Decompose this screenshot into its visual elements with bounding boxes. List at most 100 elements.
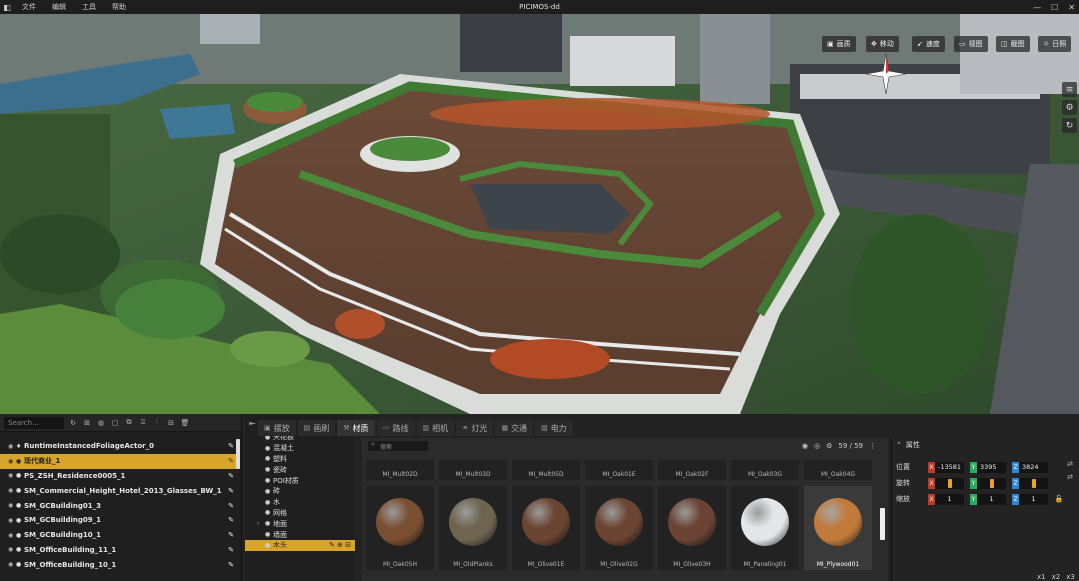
asset-tile[interactable]: MI_Paneling01 (731, 486, 799, 570)
asset-tile[interactable]: MI_Olive01E (512, 486, 580, 570)
refresh-icon[interactable]: ↻ (68, 418, 78, 428)
edit-icon[interactable]: ✎ (226, 442, 236, 450)
asset-tile[interactable]: MI_Mult03D (439, 460, 507, 480)
eye-icon[interactable]: ◉ (802, 442, 808, 450)
category-item[interactable]: ● 塑料 (245, 454, 355, 465)
settings-icon[interactable]: ⚙ (1062, 100, 1077, 115)
zoom-x1-button[interactable]: x1 (1037, 573, 1046, 581)
category-item[interactable]: ● 瓷砖 (245, 464, 355, 475)
outliner-scrollbar[interactable] (236, 439, 240, 469)
quality-button[interactable]: ▣ 画质 (822, 36, 856, 52)
visibility-icon[interactable]: ◉ (8, 517, 16, 524)
chevron-right-icon[interactable]: › (257, 520, 259, 527)
edit-icon[interactable]: ✎ (226, 502, 236, 510)
minimize-icon[interactable]: — (1033, 3, 1041, 12)
edit-icon[interactable]: ✎ (226, 457, 236, 465)
asset-tile-selected[interactable]: MI_Plywood01 (804, 486, 872, 570)
menu-help[interactable]: 帮助 (104, 2, 134, 12)
edit-icon[interactable]: ✎ (226, 472, 236, 480)
asset-tile[interactable]: MI_Olive02G (585, 486, 653, 570)
category-item[interactable]: ● 砖 (245, 486, 355, 497)
refresh-icon[interactable]: ↻ (1062, 118, 1077, 133)
delete-icon[interactable]: 🗑 (180, 418, 190, 428)
asset-tile[interactable]: MI_Mult05D (512, 460, 580, 480)
edit-icon[interactable]: ✎ (226, 516, 236, 524)
edit-icon[interactable]: ✎ ⊕ ⊟ (329, 541, 355, 549)
position-y-field[interactable]: Y 3395 (970, 461, 1006, 473)
more-icon[interactable]: ⋮ (869, 442, 876, 450)
zoom-x2-button[interactable]: x2 (1052, 573, 1061, 581)
align-icon[interactable]: ⫶ (152, 418, 162, 428)
grid-icon[interactable]: ⊞ (82, 418, 92, 428)
rotation-z-field[interactable]: Z (1012, 477, 1048, 489)
sunlight-button[interactable]: ☼ 日照 (1038, 36, 1072, 52)
visibility-icon[interactable]: ◉ (8, 502, 16, 509)
collapse-icon[interactable]: ⌃ (896, 441, 902, 449)
edit-icon[interactable]: ✎ (226, 561, 236, 569)
outliner-search-input[interactable]: Search... (4, 416, 64, 429)
asset-tile[interactable]: MI_Mult02D (366, 460, 434, 480)
asset-tile[interactable]: MI_Oak05H (366, 486, 434, 570)
menu-file[interactable]: 文件 (14, 2, 44, 12)
pin-icon[interactable]: ⍗ (138, 418, 148, 428)
edit-icon[interactable]: ✎ (226, 487, 236, 495)
list-item[interactable]: ◉ ● SM_GCBuilding01_3 ✎ (0, 498, 236, 513)
rotation-y-slider[interactable] (989, 478, 994, 488)
category-item[interactable]: ● POI材质 (245, 475, 355, 486)
maximize-icon[interactable]: ☐ (1051, 3, 1058, 12)
screenshot-button[interactable]: ◫ 截图 (996, 36, 1030, 52)
tab-material[interactable]: ⚒ 材质 (337, 420, 375, 436)
speed-button[interactable]: ➹ 速度 (912, 36, 945, 52)
zoom-x3-button[interactable]: x3 (1066, 573, 1075, 581)
position-z-field[interactable]: Z 3824 (1012, 461, 1048, 473)
rotation-x-field[interactable]: X (928, 477, 964, 489)
visibility-icon[interactable]: ◉ (8, 532, 16, 539)
list-item[interactable]: ◉ ● SM_OfficeBuilding_11_1 ✎ (0, 543, 236, 558)
close-icon[interactable]: ✕ (1068, 3, 1075, 12)
category-item[interactable]: ● 水 (245, 497, 355, 508)
tab-light[interactable]: ☀ 灯光 (456, 420, 494, 436)
asset-tile[interactable]: MI_Olive03H (658, 486, 726, 570)
visibility-icon[interactable]: ◉ (8, 458, 16, 465)
edit-icon[interactable]: ✎ (226, 531, 236, 539)
box-icon[interactable]: ▢ (110, 418, 120, 428)
list-item[interactable]: ◉ ♦ RuntimeInstancedFoliageActor_0 ✎ (0, 439, 236, 454)
scale-z-field[interactable]: Z1 (1012, 493, 1048, 505)
visibility-icon[interactable]: ◉ (8, 487, 16, 494)
tab-power[interactable]: ▧ 电力 (535, 420, 573, 436)
visibility-icon[interactable]: ◉ (8, 472, 16, 479)
scale-x-field[interactable]: X1 (928, 493, 964, 505)
tab-route[interactable]: 〰路线 (376, 420, 415, 436)
rotation-y-field[interactable]: Y (970, 477, 1006, 489)
reset-position-icon[interactable]: ⇄ (1067, 460, 1073, 468)
asset-tile[interactable]: MI_Oak04G (804, 460, 872, 480)
list-item[interactable]: ◉ ● SM_GCBuilding09_1 ✎ (0, 513, 236, 528)
view-button[interactable]: ▭ 视图 (954, 36, 988, 52)
list-item[interactable]: ◉ ● PS_ZSH_Residence0005_1 ✎ (0, 469, 236, 484)
asset-scrollbar[interactable] (880, 508, 885, 540)
reset-rotation-icon[interactable]: ⇄ (1067, 473, 1073, 481)
tab-traffic[interactable]: ▦ 交通 (495, 420, 534, 436)
asset-tile[interactable]: MI_OldPlanks (439, 486, 507, 570)
asset-tile[interactable]: MI_Oak02F (658, 460, 726, 480)
asset-tile[interactable]: MI_Oak01E (585, 460, 653, 480)
position-x-field[interactable]: X -13581 (928, 461, 964, 473)
visibility-icon[interactable]: ◉ (8, 443, 16, 450)
copy-icon[interactable]: ⧉ (124, 418, 134, 428)
material-search-input[interactable]: 搜索 (368, 440, 428, 451)
asset-tile[interactable]: MI_Oak03G (731, 460, 799, 480)
tab-camera[interactable]: ▥ 相机 (416, 420, 455, 436)
list-item[interactable]: ◉ ● SM_OfficeBuilding_10_1 ✎ (0, 557, 236, 572)
visibility-icon[interactable]: ◉ (8, 546, 16, 553)
menu-tools[interactable]: 工具 (74, 2, 104, 12)
category-item[interactable]: ● 墙面 (245, 529, 355, 540)
layers-icon[interactable]: ≡ (1062, 82, 1077, 97)
tab-place[interactable]: ▣ 摆放 (258, 420, 296, 436)
rotation-x-slider[interactable] (947, 478, 952, 488)
compass-icon[interactable] (866, 54, 906, 94)
scale-y-field[interactable]: Y1 (970, 493, 1006, 505)
list-item[interactable]: ◉ ● 现代商业_1 ✎ (0, 453, 236, 469)
eye-off-icon[interactable]: ◎ (814, 442, 820, 450)
rotation-z-slider[interactable] (1031, 478, 1036, 488)
category-item[interactable]: ● 木头 ✎ ⊕ ⊟ (245, 539, 355, 551)
